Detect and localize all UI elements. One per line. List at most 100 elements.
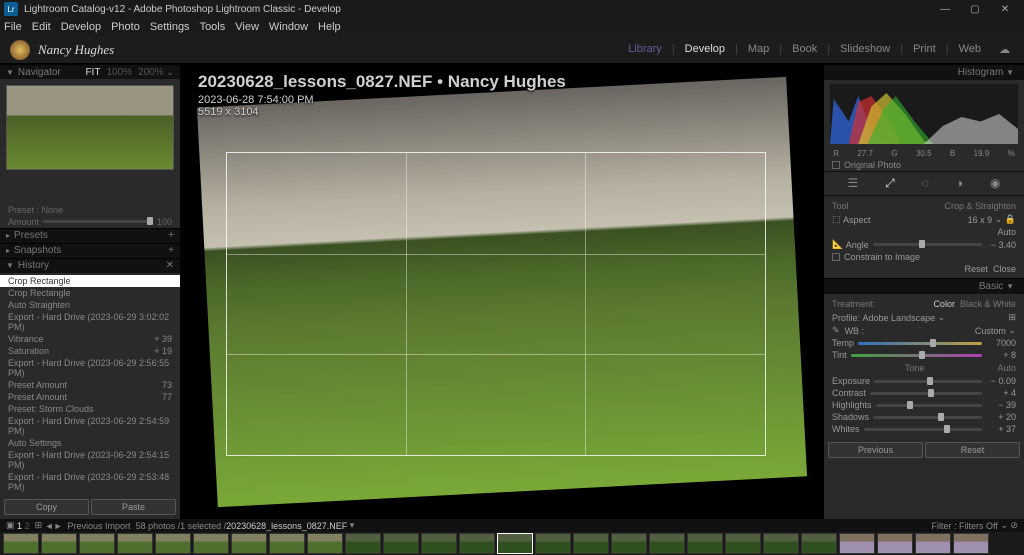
crop-reset-button[interactable]: Reset [964,264,988,274]
nav-zoom-dropdown[interactable]: ⌄ [166,67,174,78]
treatment-bw[interactable]: Black & White [960,299,1016,309]
filmstrip-thumb[interactable] [611,533,647,554]
straighten-icon[interactable]: 📐 [832,239,843,250]
highlights-slider[interactable] [876,404,982,407]
basic-header[interactable]: Basic ▼ [824,278,1024,294]
constrain-toggle[interactable]: Constrain to Image [832,251,1016,263]
profile-browser-icon[interactable]: ⊞ [1008,312,1016,323]
exposure-slider[interactable] [874,380,982,383]
treatment-color[interactable]: Color [933,299,955,309]
history-item[interactable]: Preset Amount73 [0,379,180,391]
clear-history-icon[interactable]: ✕ [166,260,174,271]
preset-amount-slider[interactable] [43,220,153,223]
module-library[interactable]: Library [624,43,666,56]
filmstrip-thumb[interactable] [763,533,799,554]
module-map[interactable]: Map [744,43,773,56]
heal-tool-icon[interactable]: ◌ [922,176,929,191]
module-print[interactable]: Print [909,43,940,56]
highlights-value[interactable]: − 39 [986,400,1016,410]
user-avatar[interactable] [10,40,30,60]
menu-window[interactable]: Window [269,21,308,33]
add-snapshot-icon[interactable]: + [168,245,174,256]
filmstrip-thumb-selected[interactable] [497,533,533,554]
maximize-button[interactable]: ▢ [960,4,990,15]
navigator-header[interactable]: ▼ Navigator FIT 100% 200% ⌄ [0,64,180,79]
menu-photo[interactable]: Photo [111,21,140,33]
filmstrip-thumb[interactable] [649,533,685,554]
navigator-thumbnail[interactable] [6,85,174,170]
history-item[interactable]: Crop Rectangle [0,287,180,299]
module-slideshow[interactable]: Slideshow [836,43,894,56]
add-preset-icon[interactable]: + [168,230,174,241]
cloud-sync-icon[interactable]: ☁ [995,43,1014,56]
filter-dropdown-icon[interactable]: ⌄ [1000,520,1008,531]
history-item[interactable]: Export - Hard Drive (2023-06-29 2:56:55 … [0,357,180,379]
nav-back-icon[interactable]: ◄ [45,521,54,531]
contrast-slider[interactable] [870,392,982,395]
menu-edit[interactable]: Edit [32,21,51,33]
filmstrip-thumb[interactable] [345,533,381,554]
nav-zoom-200[interactable]: 200% [138,67,164,78]
histogram[interactable] [830,84,1018,144]
mask-tool-icon[interactable]: ◑ [956,176,963,191]
tint-slider[interactable] [851,354,982,357]
whites-slider[interactable] [864,428,982,431]
filmstrip-thumb[interactable] [915,533,951,554]
source-label[interactable]: Previous Import [68,521,131,531]
angle-value[interactable]: − 3.40 [986,240,1016,250]
menu-settings[interactable]: Settings [150,21,190,33]
history-item[interactable]: Export - Hard Drive (2023-06-29 3:02:02 … [0,311,180,333]
crop-tool-icon[interactable]: ⤢ [885,176,895,191]
nav-fwd-icon[interactable]: ► [54,521,63,531]
snapshots-header[interactable]: ▸Snapshots+ [0,243,180,258]
filmstrip-thumb[interactable] [269,533,305,554]
histogram-header[interactable]: Histogram ▼ [824,64,1024,80]
filmstrip-thumb[interactable] [839,533,875,554]
filmstrip-thumb[interactable] [79,533,115,554]
profile-value[interactable]: Adobe Landscape [863,313,936,323]
menu-file[interactable]: File [4,21,22,33]
history-item[interactable]: Export - Hard Drive (2023-06-29 2:54:59 … [0,415,180,437]
module-web[interactable]: Web [955,43,985,56]
menu-help[interactable]: Help [318,21,341,33]
filmstrip-thumb[interactable] [193,533,229,554]
filmstrip-thumb[interactable] [725,533,761,554]
close-button[interactable]: ✕ [990,4,1020,15]
secondary-display-2-icon[interactable]: 2 [25,521,30,531]
minimize-button[interactable]: — [930,4,960,15]
menu-view[interactable]: View [235,21,259,33]
filmstrip-thumb[interactable] [459,533,495,554]
menu-tools[interactable]: Tools [200,21,226,33]
temp-slider[interactable] [858,342,982,345]
reset-button[interactable]: Reset [925,442,1020,458]
history-item[interactable]: Preset Amount77 [0,391,180,403]
history-item[interactable]: Saturation+ 19 [0,345,180,357]
filmstrip-thumb[interactable] [307,533,343,554]
nav-zoom-100[interactable]: 100% [106,67,132,78]
image-canvas[interactable]: 20230628_lessons_0827.NEF • Nancy Hughes… [180,64,824,519]
tone-auto[interactable]: Auto [998,363,1017,373]
redeye-tool-icon[interactable]: ◉ [990,176,1000,191]
filmstrip-thumb[interactable] [155,533,191,554]
profile-dropdown-icon[interactable]: ⌄ [935,312,945,323]
filter-lock-icon[interactable]: ⊘ [1010,520,1018,531]
tint-value[interactable]: + 8 [986,350,1016,360]
filmstrip[interactable] [0,532,1024,555]
wb-dropdown-icon[interactable]: ⌄ [1008,325,1016,336]
filmstrip-thumb[interactable] [877,533,913,554]
filmstrip-thumb[interactable] [41,533,77,554]
filmstrip-thumb[interactable] [383,533,419,554]
filmstrip-thumb[interactable] [573,533,609,554]
angle-auto[interactable]: Auto [997,227,1016,237]
aspect-dropdown-icon[interactable]: ⌄ [995,214,1003,225]
history-item[interactable]: Auto Settings [0,437,180,449]
crop-close-button[interactable]: Close [993,264,1016,274]
shadows-slider[interactable] [873,416,982,419]
history-header[interactable]: ▼History✕ [0,258,180,273]
secondary-display-icon[interactable]: ▣ [6,520,15,531]
whites-value[interactable]: + 37 [986,424,1016,434]
filter-value[interactable]: Filters Off [959,521,998,531]
filmstrip-thumb[interactable] [117,533,153,554]
original-photo-toggle[interactable]: Original Photo [824,159,1024,171]
filmstrip-thumb[interactable] [3,533,39,554]
